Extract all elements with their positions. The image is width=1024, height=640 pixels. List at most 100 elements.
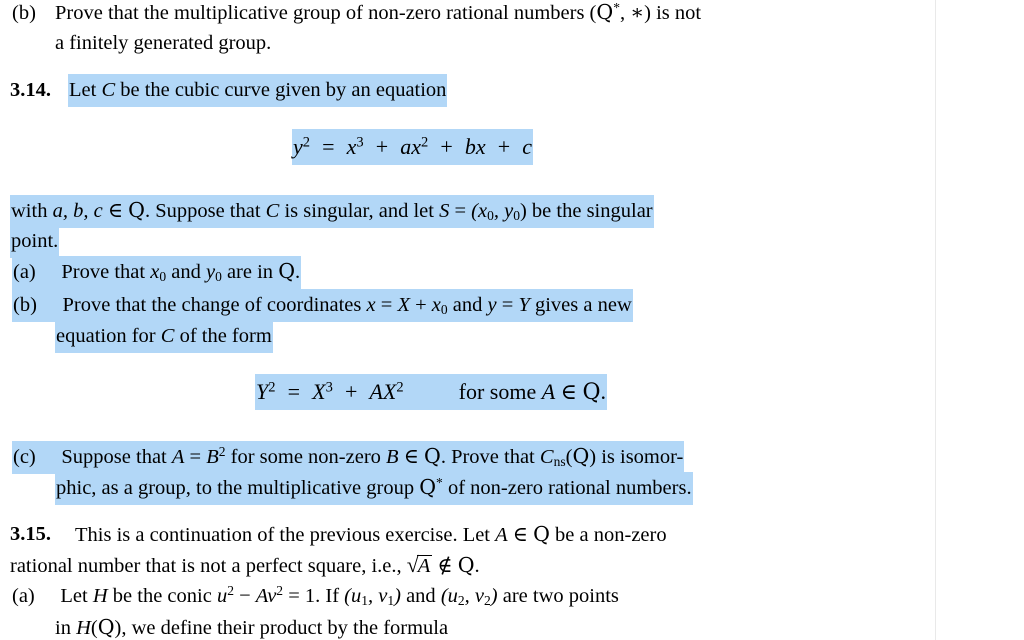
ex315a-var-v: v bbox=[267, 585, 277, 607]
rationals-symbol: Q bbox=[457, 553, 475, 577]
ex315a-var-H: H bbox=[92, 585, 108, 607]
cond-coeffs: a, b, c bbox=[52, 200, 103, 222]
eq2-term2-coef: A bbox=[369, 379, 383, 404]
exercise-315-line-2: rational number that is not a perfect sq… bbox=[10, 555, 480, 577]
eq2-tail-var-A: A bbox=[541, 379, 556, 404]
eq2-term2-exp: 2 bbox=[396, 379, 404, 396]
ex315a-point2-u: (u bbox=[440, 585, 458, 607]
item-b-var-y: y bbox=[487, 294, 497, 316]
item-c-var-B-exp: 2 bbox=[218, 443, 226, 459]
item-c-text-2: for some non-zero bbox=[225, 446, 387, 468]
cond-text-3: is singular, and let bbox=[279, 200, 440, 222]
eq1-term2-coef: a bbox=[400, 134, 412, 159]
item-c-var-Cns: C bbox=[539, 446, 554, 468]
prev-exercise-line-2: a finitely generated group. bbox=[55, 32, 272, 54]
item-c-line2-text-2: of non-zero rational numbers. bbox=[442, 477, 692, 499]
ex315a-point1-u-sub: 1 bbox=[361, 592, 368, 608]
eq1-lhs-exp: 2 bbox=[302, 134, 311, 151]
cond-coord-x: (x bbox=[471, 200, 488, 222]
rationals-symbol: Q bbox=[533, 522, 550, 546]
exercise-314-intro: Let C be the cubic curve given by an equ… bbox=[68, 74, 448, 107]
exercise-314-condition-line-1: with a, b, c ∈ Q. Suppose that C is sing… bbox=[10, 195, 654, 228]
ex315a-point2-close: ) bbox=[490, 585, 498, 607]
ex315a-point1-u: (u bbox=[344, 585, 362, 607]
cond-coord-x-sub: 0 bbox=[487, 207, 494, 223]
eq2-tail-elementof: ∈ bbox=[555, 379, 583, 404]
star-superscript: * bbox=[613, 0, 620, 15]
item-b-text-2: and bbox=[447, 294, 488, 316]
item-b-var-X: X bbox=[397, 294, 410, 316]
displayed-equation-2: Y2 = X3 + AX2 for some A ∈ Q. bbox=[255, 374, 608, 410]
eq1-plus-1: + bbox=[375, 134, 389, 159]
exercise-314-item-b-line-2: equation for C of the form bbox=[55, 320, 273, 353]
exercise-314-item-c-line-1: (c) Suppose that A = B2 for some non-zero… bbox=[12, 441, 685, 474]
cond-coord-y-sub: 0 bbox=[513, 207, 520, 223]
item-label-a-315: (a) bbox=[12, 585, 35, 607]
curve-symbol-c: C bbox=[265, 200, 280, 222]
item-c-text-4: ) is isomor- bbox=[589, 446, 684, 468]
item-b-text-1: Prove that the change of coordinates bbox=[62, 294, 367, 316]
item-b-equals-1: = bbox=[375, 294, 398, 316]
ex315a-var-u-exp: 2 bbox=[227, 582, 234, 598]
rationals-symbol: Q bbox=[97, 615, 115, 639]
item-label-c: (c) bbox=[13, 446, 36, 468]
exercise-315-item-a-line-2: in H(Q), we define their product by the … bbox=[55, 617, 448, 639]
item-c-var-A: A bbox=[171, 446, 185, 468]
item-c-var-B: B bbox=[206, 446, 219, 468]
item-b-line2-text-1: equation for bbox=[56, 325, 161, 347]
item-a-var-y: y bbox=[205, 261, 216, 283]
eq2-tail-text-1: for some bbox=[458, 379, 542, 404]
item-a-var-x: x bbox=[150, 261, 160, 283]
ex315-line2-text-1: rational number that is not a perfect sq… bbox=[10, 555, 407, 577]
item-b-var-Y: Y bbox=[518, 294, 530, 316]
item-b-line2-text-2: of the form bbox=[174, 325, 272, 347]
cond-text-4: ) be the singular bbox=[519, 200, 653, 222]
ex315a-one: 1 bbox=[304, 585, 316, 607]
ex315a-point2-u-sub: 2 bbox=[457, 592, 465, 608]
ex315-elementof: ∈ bbox=[507, 524, 534, 546]
cond-text-2: . Suppose that bbox=[144, 200, 266, 222]
cond-line2-text: point. bbox=[10, 225, 60, 258]
eq1-term4-coef: c bbox=[522, 134, 533, 159]
exercise-number-314: 3.14. bbox=[10, 79, 51, 101]
ex315a-point2-v-sub: 2 bbox=[484, 592, 491, 608]
ex315a-line2-var-H: H bbox=[76, 617, 91, 639]
singular-point-symbol-s: S bbox=[439, 200, 450, 222]
ex315a-line2-text-1: in bbox=[55, 617, 77, 639]
item-b-var-x: x bbox=[366, 294, 376, 316]
cond-elementof-1: ∈ bbox=[102, 200, 129, 222]
cond-text-1: with bbox=[11, 200, 53, 222]
item-c-line2-text-1: phic, as a group, to the multiplicative … bbox=[56, 477, 420, 499]
ex315-var-A: A bbox=[495, 524, 508, 546]
ex315a-equals: = bbox=[283, 585, 305, 607]
eq2-lhs-exp: 2 bbox=[268, 379, 276, 396]
document-body: (b) Prove that the multiplicative group … bbox=[0, 0, 935, 640]
rationals-symbol: Q bbox=[424, 444, 441, 468]
ex315a-text-3: . If bbox=[315, 585, 345, 607]
eq2-equals: = bbox=[287, 379, 301, 404]
cond-coord-y: , y bbox=[493, 200, 514, 222]
item-a-var-y-sub: 0 bbox=[215, 268, 222, 284]
item-c-text-1: Suppose that bbox=[61, 446, 172, 468]
eq1-term1-exp: 3 bbox=[356, 134, 364, 151]
square-root-icon: A bbox=[407, 555, 433, 577]
ex315a-line2-text-2: ), we define their product by the formul… bbox=[114, 617, 449, 639]
ex315a-var-A: A bbox=[255, 585, 268, 607]
prev-b-text-2: ) is not bbox=[644, 2, 702, 24]
ex315a-text-1: Let bbox=[60, 585, 93, 607]
item-b-plus: + bbox=[409, 294, 432, 316]
prev-exercise-line-1: Prove that the multiplicative group of n… bbox=[55, 0, 702, 24]
eq1-term3-var: x bbox=[475, 134, 486, 159]
item-a-text-3: are in bbox=[221, 261, 279, 283]
exercise-314-condition-line-2: point. bbox=[10, 225, 60, 258]
item-b-var-x0: x bbox=[431, 294, 441, 316]
eq1-lhs-var: y bbox=[293, 134, 303, 159]
ex315-line2-period: . bbox=[474, 555, 480, 577]
curve-symbol-c: C bbox=[160, 325, 175, 347]
prev-b-comma: , bbox=[619, 2, 631, 24]
page-edge-rule bbox=[935, 0, 936, 640]
displayed-equation-1: y2 = x3 + ax2 + bx + c bbox=[292, 129, 534, 165]
rationals-symbol: Q bbox=[278, 259, 295, 283]
curve-symbol-c: C bbox=[101, 79, 116, 101]
item-label-prev-b: (b) bbox=[12, 2, 36, 24]
